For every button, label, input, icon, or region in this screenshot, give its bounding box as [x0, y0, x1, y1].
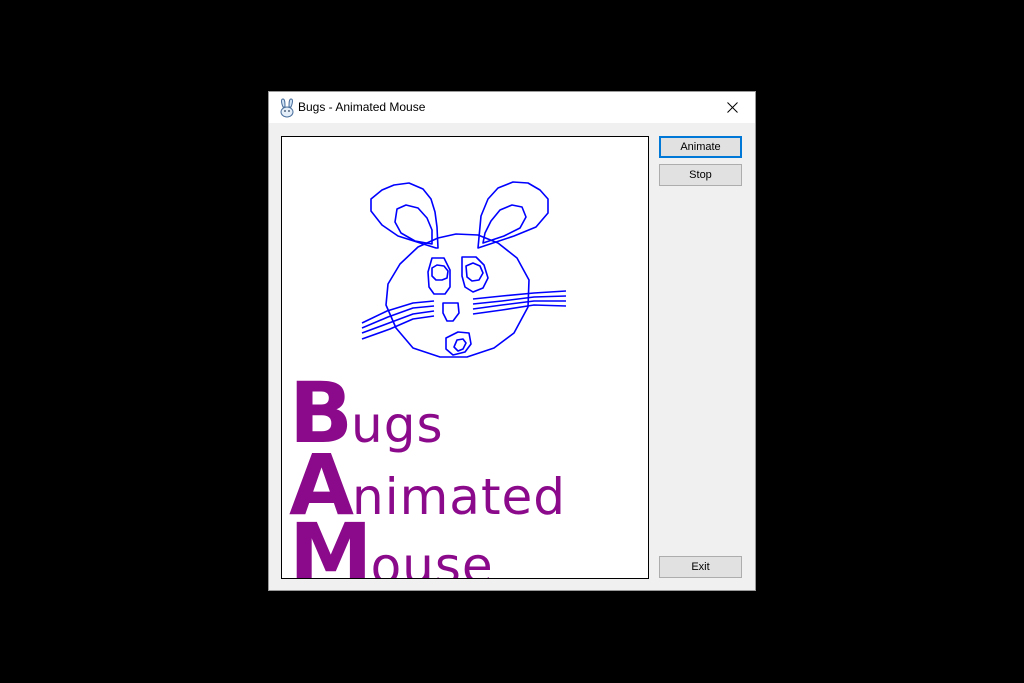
left-ear-outer	[370, 182, 439, 249]
close-icon	[727, 102, 738, 113]
app-window: Bugs - Animated Mouse Bugs Animated Mous…	[268, 91, 756, 591]
window-title: Bugs - Animated Mouse	[298, 100, 426, 114]
stop-button[interactable]: Stop	[659, 164, 742, 186]
animate-button[interactable]: Animate	[659, 136, 742, 158]
desktop-background: Bugs - Animated Mouse Bugs Animated Mous…	[0, 0, 1024, 683]
title-line-mouse: Mouse	[289, 512, 494, 579]
nose	[442, 302, 460, 322]
mouse-face-drawing	[361, 181, 567, 358]
exit-button[interactable]: Exit	[659, 556, 742, 578]
title-bar[interactable]: Bugs - Animated Mouse	[269, 92, 755, 123]
right-ear-inner	[482, 204, 527, 244]
right-eye	[461, 256, 489, 293]
close-button[interactable]	[710, 92, 755, 123]
right-ear-outer	[477, 181, 549, 249]
bunny-icon	[278, 98, 296, 118]
right-whiskers	[472, 290, 567, 300]
left-ear-inner	[394, 204, 433, 245]
word-ouse: ouse	[370, 537, 494, 579]
initial-m: M	[289, 505, 373, 579]
drawing-canvas: Bugs Animated Mouse	[281, 136, 649, 579]
